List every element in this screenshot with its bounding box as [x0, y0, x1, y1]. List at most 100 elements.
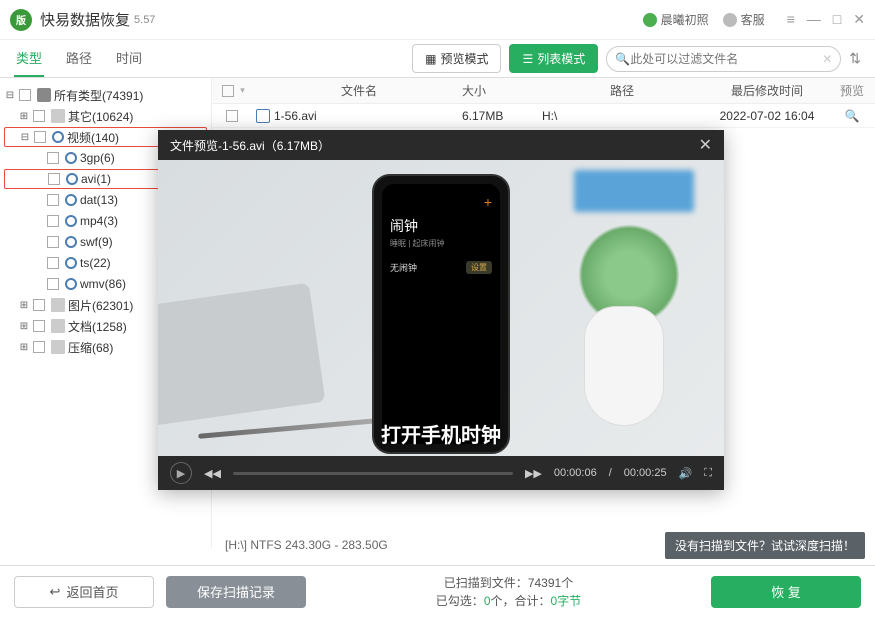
app-version: 5.57: [134, 14, 155, 26]
minimize-button[interactable]: —: [807, 11, 821, 28]
checkbox[interactable]: [34, 131, 46, 143]
checkbox[interactable]: [48, 173, 60, 185]
checkbox[interactable]: [33, 299, 45, 311]
progress-bar[interactable]: [233, 472, 513, 475]
play-button[interactable]: ▶: [170, 462, 192, 484]
tree-doc-label: 文档(1258): [68, 318, 127, 335]
col-size[interactable]: 大小: [462, 82, 542, 99]
video-icon: [66, 173, 78, 185]
checkbox[interactable]: [47, 215, 59, 227]
checkbox[interactable]: [33, 110, 45, 122]
checkbox[interactable]: [47, 236, 59, 248]
magnify-icon[interactable]: 🔍: [845, 109, 860, 123]
tree-other-label: 其它(10624): [68, 108, 133, 125]
tree-wmv-label: wmv(86): [80, 277, 126, 291]
expand-icon[interactable]: ⊞: [18, 300, 30, 311]
close-button[interactable]: ✕: [853, 11, 865, 28]
checkbox[interactable]: [47, 194, 59, 206]
expand-icon[interactable]: ⊞: [18, 342, 30, 353]
preview-mode-button[interactable]: ▦ 预览模式: [412, 44, 501, 73]
list-mode-label: 列表模式: [537, 50, 585, 67]
file-icon: [256, 109, 270, 123]
col-preview: 预览: [832, 82, 872, 99]
tree-ts-label: ts(22): [80, 256, 111, 270]
preview-panel: 文件预览-1-56.avi（6.17MB） ✕ + 闹钟 睡眠 | 起床闹钟 无…: [158, 130, 724, 490]
sort-icon[interactable]: ▾: [240, 85, 245, 96]
checkbox[interactable]: [19, 89, 31, 101]
preview-decor-pen: [198, 418, 378, 439]
tree-dat-label: dat(13): [80, 193, 118, 207]
titlebar: 版 快易数据恢复 5.57 晨曦初照 客服 ≡ — □ ✕: [0, 0, 875, 40]
app-logo-icon: 版: [10, 9, 32, 31]
forward-button[interactable]: ▶▶: [525, 467, 542, 480]
preview-header: 文件预览-1-56.avi（6.17MB） ✕: [158, 130, 724, 160]
search-box[interactable]: 🔍 ✕: [606, 46, 841, 72]
tab-time[interactable]: 时间: [114, 40, 144, 77]
phone-title: 闹钟: [390, 216, 492, 236]
video-icon: [65, 278, 77, 290]
close-icon[interactable]: ✕: [699, 135, 712, 155]
select-all-checkbox[interactable]: [222, 85, 234, 97]
collapse-icon[interactable]: ⊟: [19, 132, 31, 143]
video-icon: [65, 236, 77, 248]
preview-mode-label: 预览模式: [440, 50, 488, 67]
home-label: 返回首页: [66, 582, 118, 601]
checkbox[interactable]: [47, 152, 59, 164]
rewind-button[interactable]: ◀◀: [204, 467, 221, 480]
tree-mp4-label: mp4(3): [80, 214, 118, 228]
home-button[interactable]: ↩ 返回首页: [14, 576, 154, 608]
col-date[interactable]: 最后修改时间: [702, 82, 832, 99]
filter-icon[interactable]: ⇅: [849, 50, 861, 67]
disk-info: [H:\] NTFS 243.30G - 283.50G: [225, 538, 388, 552]
tree-image-label: 图片(62301): [68, 297, 133, 314]
footer-stats: 已扫描到文件：74391个 已勾选：0个，合计：0字节: [318, 574, 699, 610]
file-date: 2022-07-02 16:04: [702, 109, 832, 123]
support-button[interactable]: 客服: [723, 11, 765, 28]
time-sep: /: [609, 467, 612, 479]
preview-decor-mouse: [584, 306, 664, 426]
support-icon: [723, 13, 737, 27]
file-size: 6.17MB: [462, 109, 542, 123]
save-scan-button[interactable]: 保存扫描记录: [166, 576, 306, 608]
file-name: 1-56.avi: [274, 109, 317, 123]
file-row[interactable]: 1-56.avi 6.17MB H:\ 2022-07-02 16:04 🔍: [212, 104, 875, 128]
expand-icon[interactable]: ⊞: [18, 111, 30, 122]
recover-button[interactable]: 恢 复: [711, 576, 861, 608]
expand-icon[interactable]: ⊞: [18, 321, 30, 332]
preview-caption: 打开手机时钟: [381, 419, 501, 448]
video-icon: [65, 194, 77, 206]
tree-other[interactable]: ⊞ 其它(10624): [4, 106, 207, 126]
checkbox[interactable]: [33, 320, 45, 332]
time-current: 00:00:06: [554, 467, 597, 479]
save-label: 保存扫描记录: [197, 582, 275, 601]
clear-icon[interactable]: ✕: [822, 52, 832, 66]
row-checkbox[interactable]: [226, 110, 238, 122]
search-input[interactable]: [630, 52, 822, 66]
user-badge[interactable]: 晨曦初照: [643, 11, 709, 28]
fullscreen-icon[interactable]: ⛶: [704, 467, 712, 480]
tree-video-label: 视频(140): [67, 129, 119, 146]
tree-zip-label: 压缩(68): [68, 339, 113, 356]
col-name[interactable]: 文件名: [252, 82, 462, 99]
checkbox[interactable]: [47, 278, 59, 290]
tree-root[interactable]: ⊟ 所有类型(74391): [4, 85, 207, 105]
list-mode-button[interactable]: ☰ 列表模式: [509, 44, 598, 73]
tab-type[interactable]: 类型: [14, 40, 44, 77]
maximize-button[interactable]: □: [833, 11, 841, 28]
preview-title: 文件预览-1-56.avi（6.17MB）: [170, 137, 330, 154]
collapse-icon[interactable]: ⊟: [4, 90, 16, 101]
file-list-header: ▾ 文件名 大小 路径 最后修改时间 预览: [212, 78, 875, 104]
folder-icon: [51, 319, 65, 333]
tab-path[interactable]: 路径: [64, 40, 94, 77]
deep-scan-button[interactable]: 没有扫描到文件？试试深度扫描！: [665, 532, 865, 559]
col-path[interactable]: 路径: [542, 82, 702, 99]
menu-button[interactable]: ≡: [787, 11, 795, 28]
checkbox[interactable]: [47, 257, 59, 269]
checkbox[interactable]: [33, 341, 45, 353]
video-icon: [52, 131, 64, 143]
volume-icon[interactable]: 🔊: [679, 467, 693, 480]
toolbar: 类型 路径 时间 ▦ 预览模式 ☰ 列表模式 🔍 ✕ ⇅: [0, 40, 875, 78]
video-icon: [65, 152, 77, 164]
user-status-icon: [643, 13, 657, 27]
tree-root-label: 所有类型(74391): [54, 87, 143, 104]
